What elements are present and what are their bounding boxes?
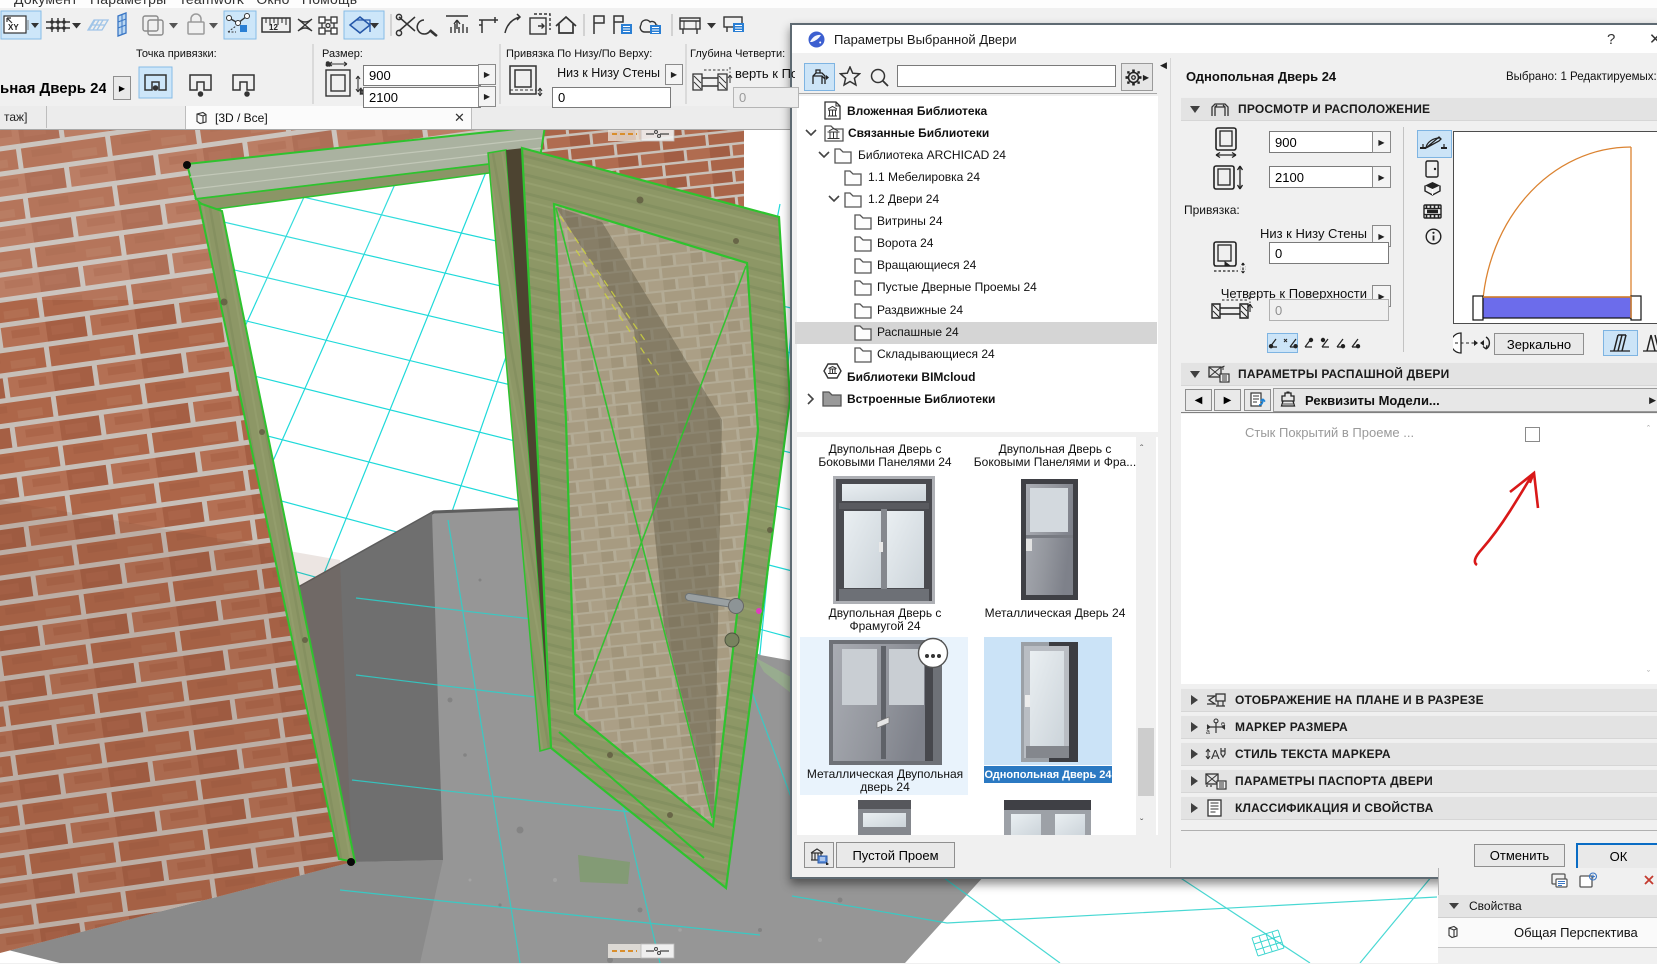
svg-text:Глубина Четверти:: Глубина Четверти: <box>690 48 785 60</box>
svg-text:A: A <box>1211 747 1220 762</box>
svg-text:Привязка По Низу/По Верху:: Привязка По Низу/По Верху: <box>506 48 652 60</box>
svg-text:XY: XY <box>8 23 19 32</box>
svg-text:a: a <box>326 61 330 68</box>
svg-text:12: 12 <box>269 23 278 32</box>
svg-text:Размер:: Размер: <box>322 48 363 60</box>
svg-text:Точка привязки:: Точка привязки: <box>136 48 217 60</box>
svg-text:e: e <box>1221 721 1225 728</box>
svg-text:a: a <box>1206 729 1210 736</box>
